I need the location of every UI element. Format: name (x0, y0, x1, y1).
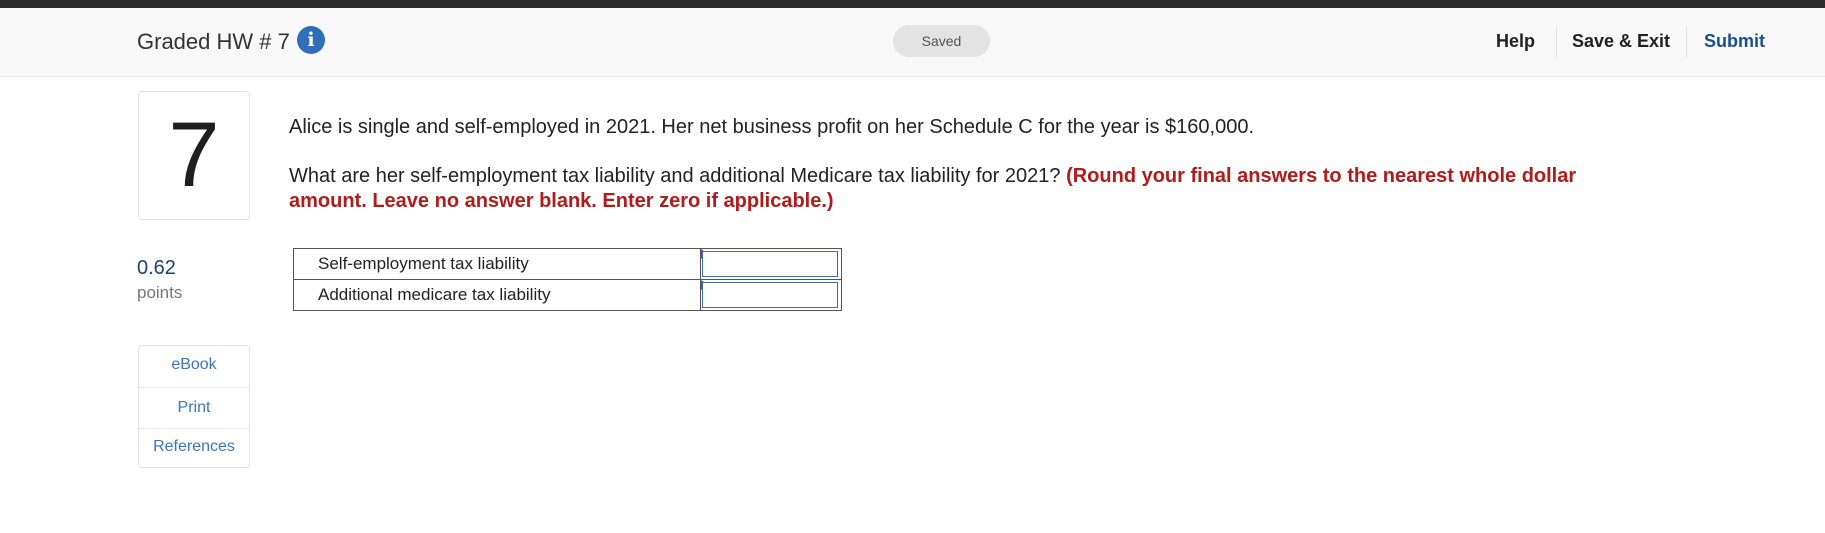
answer-label-se-tax: Self-employment tax liability (293, 248, 701, 280)
question-prompt: What are her self-employment tax liabili… (289, 165, 1061, 187)
answer-table: Self-employment tax liability Additional… (293, 248, 842, 311)
assignment-header: Graded HW # 7 i Saved Help Save & Exit S… (0, 8, 1825, 77)
answer-cell (700, 248, 842, 280)
nav-divider (1556, 26, 1557, 58)
table-row: Additional medicare tax liability (293, 279, 842, 311)
info-icon[interactable]: i (297, 26, 325, 54)
question-text: Alice is single and self-employed in 202… (289, 116, 1254, 138)
question-number: 7 (168, 104, 220, 206)
points-label: points (137, 283, 183, 302)
question-number-box: 7 (138, 91, 250, 220)
answer-label-medicare-tax: Additional medicare tax liability (293, 279, 701, 311)
assignment-title: Graded HW # 7 (137, 29, 290, 54)
points-value: 0.62 (137, 257, 176, 279)
references-link[interactable]: References (139, 438, 249, 456)
ebook-link[interactable]: eBook (139, 356, 249, 374)
table-row: Self-employment tax liability (293, 248, 842, 280)
question-prompt-block: What are her self-employment tax liabili… (289, 164, 1589, 214)
medicare-tax-input[interactable] (702, 282, 838, 308)
help-button[interactable]: Help (1496, 31, 1535, 52)
tool-divider (139, 387, 249, 388)
print-link[interactable]: Print (139, 399, 249, 417)
answer-cell (700, 279, 842, 311)
question-tools-panel: eBook Print References (138, 345, 250, 468)
top-strip (0, 0, 1825, 8)
nav-divider (1686, 26, 1687, 58)
submit-button[interactable]: Submit (1704, 31, 1765, 52)
se-tax-input[interactable] (702, 251, 838, 277)
tool-divider (139, 428, 249, 429)
save-exit-button[interactable]: Save & Exit (1572, 31, 1670, 52)
saved-status-badge: Saved (893, 25, 990, 57)
